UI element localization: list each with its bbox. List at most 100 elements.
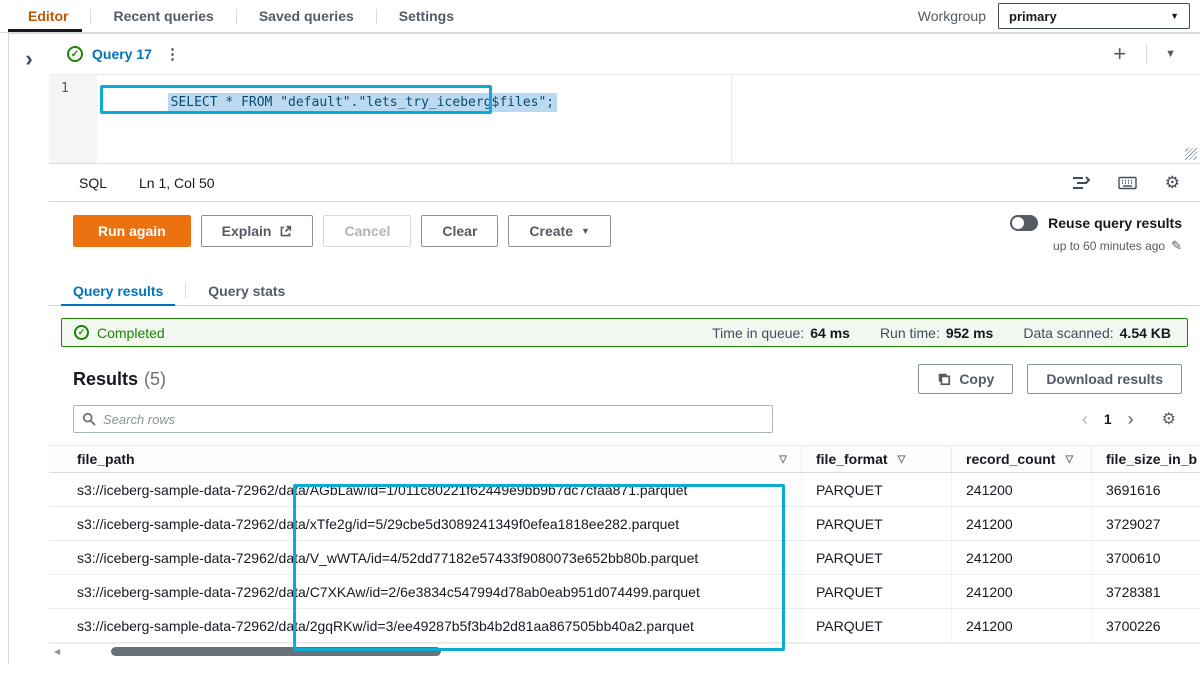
nav-tabs: Editor Recent queries Saved queries Sett… (0, 0, 476, 32)
format-query-icon[interactable] (1072, 176, 1090, 190)
filter-icon[interactable]: ▽ (779, 454, 787, 465)
run-again-button[interactable]: Run again (73, 215, 191, 247)
tab-settings[interactable]: Settings (377, 0, 476, 32)
cancel-label: Cancel (344, 223, 390, 239)
cell-record-count: 241200 (951, 473, 1091, 506)
status-banner: ✓ Completed Time in queue:64 ms Run time… (61, 318, 1188, 347)
cell-file-format: PARQUET (801, 609, 951, 642)
table-row: s3://iceberg-sample-data-72962/data/AGbL… (49, 473, 1200, 507)
editor-content: ✓ Query 17 ⋮ + ▼ 1 SELECT * FROM "defaul… (49, 34, 1200, 664)
search-rows-input[interactable] (103, 412, 764, 427)
query-tab-title[interactable]: Query 17 (92, 46, 152, 62)
cell-record-count: 241200 (951, 609, 1091, 642)
download-results-label: Download results (1046, 371, 1163, 387)
reuse-results-label: Reuse query results (1048, 215, 1182, 231)
filter-icon[interactable]: ▽ (1065, 454, 1073, 465)
file-path-prefix: s3://iceberg-sample-data-72962 (77, 482, 275, 498)
edit-duration-pencil-icon[interactable]: ✎ (1171, 238, 1182, 254)
create-button[interactable]: Create ▼ (508, 215, 611, 247)
editor-panel: › ✓ Query 17 ⋮ + ▼ 1 SELECT * FROM "defa… (8, 33, 1200, 664)
record-count-header-label: record_count (966, 451, 1055, 467)
line-number: 1 (49, 75, 97, 96)
search-box[interactable] (73, 405, 773, 433)
editor-resize-handle[interactable] (1185, 148, 1197, 160)
filter-icon[interactable]: ▽ (898, 454, 906, 465)
reuse-results-toggle[interactable] (1010, 215, 1038, 231)
file-path-suffix: /data/2gqRKw/id=3/ee49287b5f3b4b2d81aa86… (275, 618, 694, 634)
tab-recent-queries[interactable]: Recent queries (91, 0, 235, 32)
data-scanned-value: 4.54 KB (1120, 325, 1171, 341)
keyboard-shortcuts-icon[interactable] (1118, 176, 1137, 190)
cell-record-count: 241200 (951, 541, 1091, 574)
sql-code-line[interactable]: SELECT * FROM "default"."lets_try_iceber… (105, 80, 557, 125)
file-format-header-label: file_format (816, 451, 888, 467)
clear-button[interactable]: Clear (421, 215, 498, 247)
table-preferences-gear-icon[interactable]: ⚙ (1162, 409, 1176, 429)
explain-button[interactable]: Explain (201, 215, 314, 247)
editor-split-divider (731, 75, 732, 163)
tab-editor[interactable]: Editor (0, 0, 90, 32)
column-header-file-format[interactable]: file_format ▽ (801, 446, 951, 472)
scrollbar-thumb[interactable] (111, 647, 441, 656)
tab-query-results[interactable]: Query results (61, 276, 175, 305)
results-count: (5) (144, 369, 166, 390)
column-header-file-size[interactable]: file_size_in_b (1091, 446, 1200, 472)
cell-file-path: s3://iceberg-sample-data-72962/data/xTfe… (49, 507, 801, 540)
side-rail: › (9, 34, 49, 664)
reuse-query-results: Reuse query results up to 60 minutes ago… (1010, 215, 1182, 254)
completed-check-icon: ✓ (74, 325, 89, 340)
results-table: file_path ▽ file_format ▽ record_count ▽… (49, 445, 1200, 643)
tab-list-chevron-icon[interactable]: ▼ (1159, 48, 1182, 60)
query-actions: Run again Explain Cancel Clear Create ▼ … (49, 202, 1200, 276)
workgroup-select[interactable]: primary ▼ (998, 3, 1190, 29)
file-path-suffix: /data/xTfe2g/id=5/29cbe5d3089241349f0efe… (275, 516, 679, 532)
reuse-results-duration: up to 60 minutes ago (1053, 239, 1165, 253)
file-path-prefix: s3://iceberg-sample-data-72962 (77, 516, 275, 532)
table-row: s3://iceberg-sample-data-72962/data/xTfe… (49, 507, 1200, 541)
file-path-prefix: s3://iceberg-sample-data-72962 (77, 550, 275, 566)
cancel-button[interactable]: Cancel (323, 215, 411, 247)
external-link-icon (279, 225, 292, 238)
create-label: Create (529, 223, 573, 239)
cell-file-path: s3://iceberg-sample-data-72962/data/2gqR… (49, 609, 801, 642)
top-navigation: Editor Recent queries Saved queries Sett… (0, 0, 1200, 33)
chevron-down-icon: ▼ (1170, 11, 1179, 21)
column-header-record-count[interactable]: record_count ▽ (951, 446, 1091, 472)
table-header: file_path ▽ file_format ▽ record_count ▽… (49, 446, 1200, 473)
table-row: s3://iceberg-sample-data-72962/data/V_wW… (49, 541, 1200, 575)
tab-saved-queries[interactable]: Saved queries (237, 0, 376, 32)
file-path-suffix: /data/V_wWTA/id=4/52dd77182e57433f908007… (275, 550, 699, 566)
editor-language: SQL (79, 175, 107, 191)
query-menu-icon[interactable]: ⋮ (161, 45, 184, 63)
sql-editor[interactable]: 1 SELECT * FROM "default"."lets_try_iceb… (49, 75, 1200, 163)
column-header-file-path[interactable]: file_path ▽ (49, 446, 801, 472)
query-tab[interactable]: ✓ Query 17 ⋮ (67, 45, 184, 63)
file-path-header-label: file_path (77, 451, 135, 467)
file-path-prefix: s3://iceberg-sample-data-72962 (77, 618, 275, 634)
file-path-suffix: /data/AGbLaw/id=1/011c80221f62449e9bb9b7… (275, 482, 688, 498)
cell-file-format: PARQUET (801, 507, 951, 540)
current-page[interactable]: 1 (1096, 411, 1120, 427)
cell-record-count: 241200 (951, 575, 1091, 608)
previous-page-icon[interactable]: ‹ (1074, 409, 1096, 430)
sql-statement[interactable]: SELECT * FROM "default"."lets_try_iceber… (168, 93, 558, 112)
download-results-button[interactable]: Download results (1027, 364, 1182, 394)
copy-button[interactable]: Copy (918, 364, 1013, 394)
tab-query-stats[interactable]: Query stats (196, 276, 297, 305)
cell-file-format: PARQUET (801, 541, 951, 574)
tab-settings-label: Settings (399, 8, 454, 24)
next-page-icon[interactable]: › (1120, 409, 1142, 430)
query-tab-bar: ✓ Query 17 ⋮ + ▼ (49, 34, 1200, 75)
new-query-tab-button[interactable]: + (1105, 43, 1134, 65)
results-header: Results (5) Copy Download results (73, 363, 1182, 395)
file-size-header-label: file_size_in_b (1106, 451, 1197, 467)
expand-panel-icon[interactable]: › (25, 46, 32, 71)
horizontal-scrollbar: ◀ (49, 643, 1200, 658)
query-buttons: Run again Explain Cancel Clear Create ▼ (73, 215, 611, 247)
query-results-label: Query results (73, 283, 163, 299)
editor-toolbar-icons: ⚙ (1072, 173, 1180, 193)
editor-settings-gear-icon[interactable]: ⚙ (1165, 173, 1180, 193)
workgroup-label: Workgroup (918, 8, 986, 24)
cursor-position: Ln 1, Col 50 (139, 175, 215, 191)
scroll-left-icon[interactable]: ◀ (54, 647, 60, 656)
